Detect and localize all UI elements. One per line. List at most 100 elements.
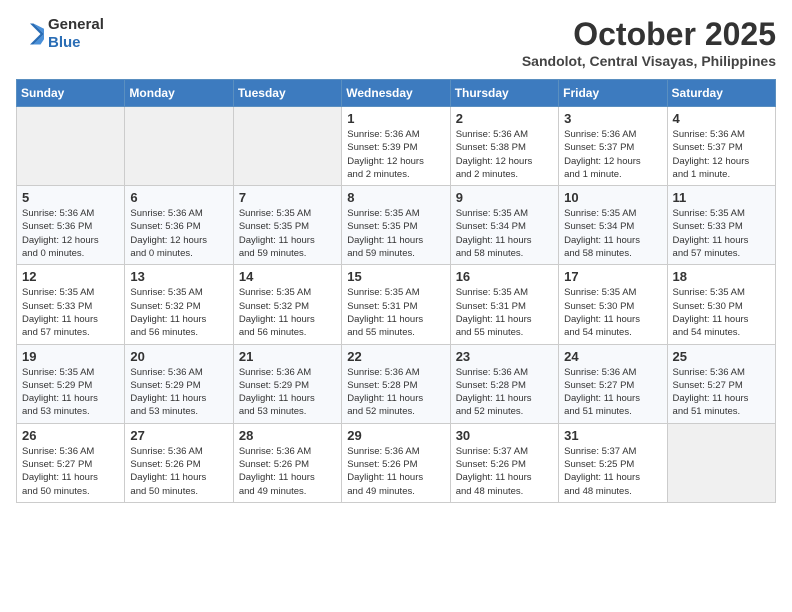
day-number: 17 bbox=[564, 269, 661, 284]
day-info: Sunrise: 5:36 AM Sunset: 5:26 PM Dayligh… bbox=[239, 445, 336, 498]
day-info: Sunrise: 5:35 AM Sunset: 5:34 PM Dayligh… bbox=[564, 207, 661, 260]
day-number: 26 bbox=[22, 428, 119, 443]
calendar-cell: 10 Sunrise: 5:35 AM Sunset: 5:34 PM Dayli… bbox=[559, 186, 667, 265]
day-info: Sunrise: 5:36 AM Sunset: 5:27 PM Dayligh… bbox=[564, 366, 661, 419]
calendar-cell bbox=[17, 107, 125, 186]
calendar-cell: 17Sunrise: 5:35 AM Sunset: 5:30 PM Dayli… bbox=[559, 265, 667, 344]
day-info: Sunrise: 5:36 AM Sunset: 5:29 PM Dayligh… bbox=[130, 366, 227, 419]
day-number: 12 bbox=[22, 269, 119, 284]
calendar-cell: 27Sunrise: 5:36 AM Sunset: 5:26 PM Dayli… bbox=[125, 423, 233, 502]
calendar-cell: 14Sunrise: 5:35 AM Sunset: 5:32 PM Dayli… bbox=[233, 265, 341, 344]
calendar-cell: 18 Sunrise: 5:35 AM Sunset: 5:30 PM Dayli… bbox=[667, 265, 775, 344]
calendar-cell: 22 Sunrise: 5:36 AM Sunset: 5:28 PM Dayli… bbox=[342, 344, 450, 423]
day-number: 15 bbox=[347, 269, 444, 284]
calendar-cell: 9 Sunrise: 5:35 AM Sunset: 5:34 PM Daylig… bbox=[450, 186, 558, 265]
day-number: 29 bbox=[347, 428, 444, 443]
day-info: Sunrise: 5:35 AM Sunset: 5:30 PM Dayligh… bbox=[673, 286, 770, 339]
day-number: 22 bbox=[347, 349, 444, 364]
day-header-tuesday: Tuesday bbox=[233, 80, 341, 107]
calendar-cell bbox=[125, 107, 233, 186]
calendar-cell: 7 Sunrise: 5:35 AM Sunset: 5:35 PM Daylig… bbox=[233, 186, 341, 265]
day-number: 27 bbox=[130, 428, 227, 443]
calendar-cell bbox=[233, 107, 341, 186]
day-number: 10 bbox=[564, 190, 661, 205]
day-info: Sunrise: 5:36 AM Sunset: 5:26 PM Dayligh… bbox=[347, 445, 444, 498]
calendar-week-row: 12 Sunrise: 5:35 AM Sunset: 5:33 PM Dayli… bbox=[17, 265, 776, 344]
day-info: Sunrise: 5:36 AM Sunset: 5:36 PM Dayligh… bbox=[22, 207, 119, 260]
day-number: 4 bbox=[673, 111, 770, 126]
calendar-cell: 11Sunrise: 5:35 AM Sunset: 5:33 PM Dayli… bbox=[667, 186, 775, 265]
day-number: 13 bbox=[130, 269, 227, 284]
calendar-cell: 29 Sunrise: 5:36 AM Sunset: 5:26 PM Dayli… bbox=[342, 423, 450, 502]
day-number: 18 bbox=[673, 269, 770, 284]
calendar-cell: 2Sunrise: 5:36 AM Sunset: 5:38 PM Daylig… bbox=[450, 107, 558, 186]
day-number: 21 bbox=[239, 349, 336, 364]
page-header: General Blue October 2025 Sandolot, Cent… bbox=[16, 16, 776, 69]
calendar-table: SundayMondayTuesdayWednesdayThursdayFrid… bbox=[16, 79, 776, 503]
calendar-cell: 12 Sunrise: 5:35 AM Sunset: 5:33 PM Dayli… bbox=[17, 265, 125, 344]
day-number: 28 bbox=[239, 428, 336, 443]
day-number: 20 bbox=[130, 349, 227, 364]
day-info: Sunrise: 5:35 AM Sunset: 5:34 PM Dayligh… bbox=[456, 207, 553, 260]
day-info: Sunrise: 5:35 AM Sunset: 5:33 PM Dayligh… bbox=[22, 286, 119, 339]
day-info: Sunrise: 5:36 AM Sunset: 5:27 PM Dayligh… bbox=[22, 445, 119, 498]
day-header-wednesday: Wednesday bbox=[342, 80, 450, 107]
day-header-saturday: Saturday bbox=[667, 80, 775, 107]
calendar-cell: 4 Sunrise: 5:36 AM Sunset: 5:37 PM Daylig… bbox=[667, 107, 775, 186]
day-header-friday: Friday bbox=[559, 80, 667, 107]
calendar-cell: 21 Sunrise: 5:36 AM Sunset: 5:29 PM Dayli… bbox=[233, 344, 341, 423]
calendar-week-row: 19Sunrise: 5:35 AM Sunset: 5:29 PM Dayli… bbox=[17, 344, 776, 423]
day-number: 9 bbox=[456, 190, 553, 205]
day-number: 19 bbox=[22, 349, 119, 364]
calendar-cell: 5 Sunrise: 5:36 AM Sunset: 5:36 PM Daylig… bbox=[17, 186, 125, 265]
day-number: 2 bbox=[456, 111, 553, 126]
calendar-cell: 26 Sunrise: 5:36 AM Sunset: 5:27 PM Dayli… bbox=[17, 423, 125, 502]
day-info: Sunrise: 5:36 AM Sunset: 5:28 PM Dayligh… bbox=[347, 366, 444, 419]
calendar-cell: 31 Sunrise: 5:37 AM Sunset: 5:25 PM Dayli… bbox=[559, 423, 667, 502]
day-number: 6 bbox=[130, 190, 227, 205]
day-info: Sunrise: 5:36 AM Sunset: 5:29 PM Dayligh… bbox=[239, 366, 336, 419]
calendar-cell: 3Sunrise: 5:36 AM Sunset: 5:37 PM Daylig… bbox=[559, 107, 667, 186]
calendar-cell: 23 Sunrise: 5:36 AM Sunset: 5:28 PM Dayli… bbox=[450, 344, 558, 423]
day-info: Sunrise: 5:35 AM Sunset: 5:35 PM Dayligh… bbox=[239, 207, 336, 260]
day-info: Sunrise: 5:36 AM Sunset: 5:28 PM Dayligh… bbox=[456, 366, 553, 419]
day-info: Sunrise: 5:37 AM Sunset: 5:26 PM Dayligh… bbox=[456, 445, 553, 498]
logo-icon bbox=[16, 20, 44, 48]
day-number: 7 bbox=[239, 190, 336, 205]
day-info: Sunrise: 5:35 AM Sunset: 5:31 PM Dayligh… bbox=[347, 286, 444, 339]
day-info: Sunrise: 5:35 AM Sunset: 5:35 PM Dayligh… bbox=[347, 207, 444, 260]
calendar-cell: 20 Sunrise: 5:36 AM Sunset: 5:29 PM Dayli… bbox=[125, 344, 233, 423]
calendar-cell: 6Sunrise: 5:36 AM Sunset: 5:36 PM Daylig… bbox=[125, 186, 233, 265]
calendar-cell: 1Sunrise: 5:36 AM Sunset: 5:39 PM Daylig… bbox=[342, 107, 450, 186]
day-number: 11 bbox=[673, 190, 770, 205]
calendar-cell: 15 Sunrise: 5:35 AM Sunset: 5:31 PM Dayli… bbox=[342, 265, 450, 344]
day-info: Sunrise: 5:37 AM Sunset: 5:25 PM Dayligh… bbox=[564, 445, 661, 498]
calendar-cell bbox=[667, 423, 775, 502]
day-number: 31 bbox=[564, 428, 661, 443]
calendar-cell: 19Sunrise: 5:35 AM Sunset: 5:29 PM Dayli… bbox=[17, 344, 125, 423]
calendar-week-row: 1Sunrise: 5:36 AM Sunset: 5:39 PM Daylig… bbox=[17, 107, 776, 186]
calendar-cell: 28 Sunrise: 5:36 AM Sunset: 5:26 PM Dayli… bbox=[233, 423, 341, 502]
title-block: October 2025 Sandolot, Central Visayas, … bbox=[522, 16, 776, 69]
day-header-thursday: Thursday bbox=[450, 80, 558, 107]
calendar-cell: 16Sunrise: 5:35 AM Sunset: 5:31 PM Dayli… bbox=[450, 265, 558, 344]
logo: General Blue bbox=[16, 16, 104, 52]
day-number: 24 bbox=[564, 349, 661, 364]
month-title: October 2025 bbox=[522, 16, 776, 53]
day-info: Sunrise: 5:36 AM Sunset: 5:37 PM Dayligh… bbox=[673, 128, 770, 181]
day-info: Sunrise: 5:36 AM Sunset: 5:39 PM Dayligh… bbox=[347, 128, 444, 181]
calendar-cell: 25Sunrise: 5:36 AM Sunset: 5:27 PM Dayli… bbox=[667, 344, 775, 423]
day-header-monday: Monday bbox=[125, 80, 233, 107]
day-number: 23 bbox=[456, 349, 553, 364]
day-info: Sunrise: 5:35 AM Sunset: 5:32 PM Dayligh… bbox=[130, 286, 227, 339]
calendar-header-row: SundayMondayTuesdayWednesdayThursdayFrid… bbox=[17, 80, 776, 107]
day-number: 16 bbox=[456, 269, 553, 284]
calendar-cell: 8 Sunrise: 5:35 AM Sunset: 5:35 PM Daylig… bbox=[342, 186, 450, 265]
day-number: 14 bbox=[239, 269, 336, 284]
logo-text: General Blue bbox=[48, 16, 104, 52]
day-number: 8 bbox=[347, 190, 444, 205]
calendar-cell: 30Sunrise: 5:37 AM Sunset: 5:26 PM Dayli… bbox=[450, 423, 558, 502]
day-number: 5 bbox=[22, 190, 119, 205]
calendar-week-row: 5 Sunrise: 5:36 AM Sunset: 5:36 PM Daylig… bbox=[17, 186, 776, 265]
calendar-cell: 13 Sunrise: 5:35 AM Sunset: 5:32 PM Dayli… bbox=[125, 265, 233, 344]
